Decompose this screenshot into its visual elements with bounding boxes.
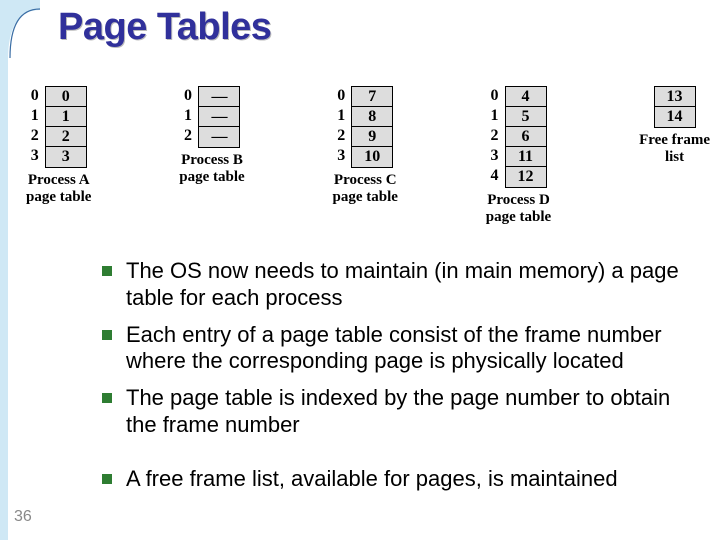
- frame-cell: 10: [352, 147, 392, 167]
- index-cell: 1: [337, 106, 347, 126]
- bullets-group-1: The OS now needs to maintain (in main me…: [102, 258, 698, 449]
- index-cell: 3: [491, 146, 501, 166]
- bullet-item: Each entry of a page table consist of th…: [102, 322, 698, 376]
- bullet-text: Each entry of a page table consist of th…: [126, 322, 698, 376]
- index-cell: 3: [337, 146, 347, 166]
- slide: Page Tables 0 1 2 3 0 1 2 3 Process A: [0, 0, 720, 540]
- frame-cell: 4: [506, 87, 546, 107]
- index-cell: 1: [491, 106, 501, 126]
- caption-line: Free frame: [639, 132, 710, 148]
- bullet-square-icon: [102, 266, 112, 276]
- frame-cell: 0: [46, 87, 86, 107]
- index-cell: 0: [491, 86, 501, 106]
- bullet-text: The OS now needs to maintain (in main me…: [126, 258, 698, 312]
- caption-line: page table: [179, 169, 244, 185]
- frame-cell: 7: [352, 87, 392, 107]
- index-cell: 3: [31, 146, 41, 166]
- frame-cell: 6: [506, 127, 546, 147]
- caption-line: Process D: [487, 192, 550, 208]
- caption-line: Process C: [334, 172, 397, 188]
- page-title: Page Tables: [58, 6, 271, 49]
- index-cell: 4: [491, 166, 501, 186]
- index-cell: 2: [337, 126, 347, 146]
- frame-cell: 2: [46, 127, 86, 147]
- index-cell: 1: [31, 106, 41, 126]
- index-cell: 0: [337, 86, 347, 106]
- frame-cell: 9: [352, 127, 392, 147]
- table-caption: Process C page table: [333, 172, 398, 205]
- process-a-table: 0 1 2 3 0 1 2 3 Process A page table: [26, 86, 91, 205]
- bullet-text: A free frame list, available for pages, …: [126, 466, 618, 493]
- frame-cell: —: [199, 127, 239, 147]
- bullets-group-2: A free frame list, available for pages, …: [102, 466, 698, 503]
- caption-line: page table: [333, 189, 398, 205]
- index-cell: 2: [31, 126, 41, 146]
- caption-line: list: [665, 149, 684, 165]
- frame-cell: 13: [655, 87, 695, 107]
- page-tables-row: 0 1 2 3 0 1 2 3 Process A page table: [26, 86, 710, 226]
- table-caption: Process D page table: [486, 192, 551, 225]
- frame-cell: —: [199, 107, 239, 127]
- bullet-item: The page table is indexed by the page nu…: [102, 385, 698, 439]
- bullet-item: A free frame list, available for pages, …: [102, 466, 698, 493]
- frame-cell: 11: [506, 147, 546, 167]
- table-caption: Process A page table: [26, 172, 91, 205]
- frame-cell: 8: [352, 107, 392, 127]
- frame-cell: 1: [46, 107, 86, 127]
- index-cell: 2: [491, 126, 501, 146]
- bullet-square-icon: [102, 474, 112, 484]
- corner-decor: [0, 0, 40, 540]
- index-cell: 2: [184, 126, 194, 146]
- free-frame-list: 13 14 Free frame list: [639, 86, 710, 165]
- index-cell: 1: [184, 106, 194, 126]
- bullet-text: The page table is indexed by the page nu…: [126, 385, 698, 439]
- caption-line: Process A: [28, 172, 90, 188]
- caption-line: Process B: [181, 152, 243, 168]
- caption-line: page table: [486, 209, 551, 225]
- table-caption: Free frame list: [639, 132, 710, 165]
- table-caption: Process B page table: [179, 152, 244, 185]
- frame-cell: 14: [655, 107, 695, 127]
- frame-cell: —: [199, 87, 239, 107]
- process-d-table: 0 1 2 3 4 4 5 6 11 12 Process D page tab…: [486, 86, 551, 225]
- bullet-square-icon: [102, 330, 112, 340]
- bullet-item: The OS now needs to maintain (in main me…: [102, 258, 698, 312]
- caption-line: page table: [26, 189, 91, 205]
- slide-number: 36: [14, 508, 32, 526]
- frame-cell: 12: [506, 167, 546, 187]
- frame-cell: 5: [506, 107, 546, 127]
- index-cell: 0: [184, 86, 194, 106]
- bullet-square-icon: [102, 393, 112, 403]
- index-cell: 0: [31, 86, 41, 106]
- frame-cell: 3: [46, 147, 86, 167]
- process-b-table: 0 1 2 — — — Process B page table: [179, 86, 244, 185]
- process-c-table: 0 1 2 3 7 8 9 10 Process C page table: [333, 86, 398, 205]
